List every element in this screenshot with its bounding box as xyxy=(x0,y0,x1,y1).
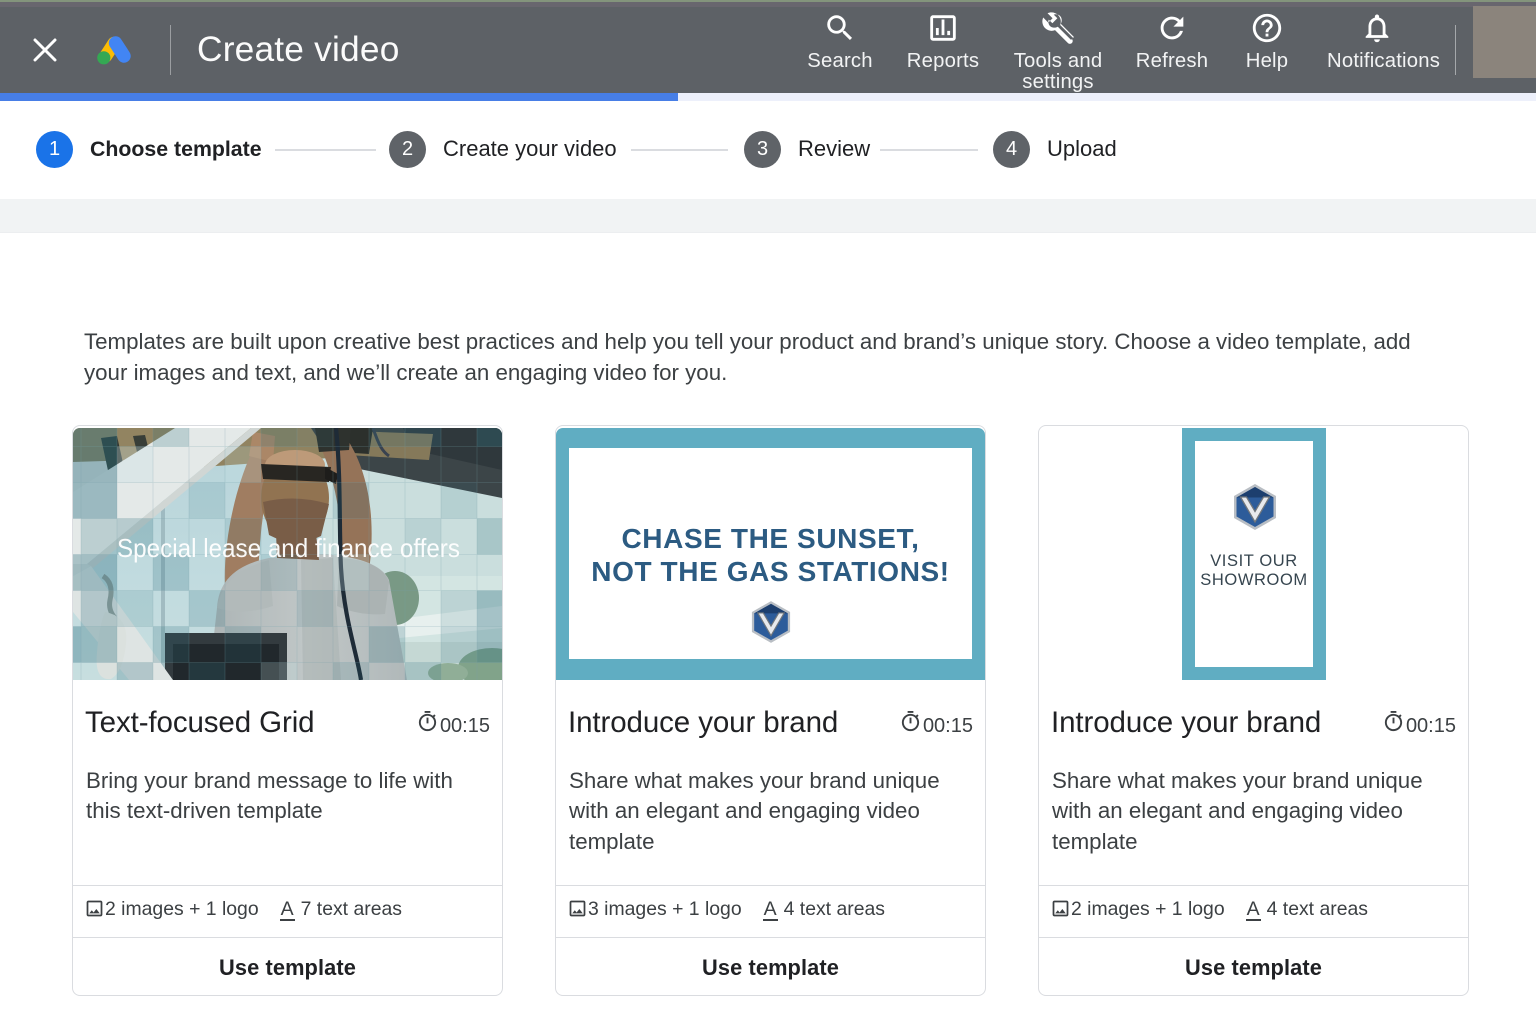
svg-text:Special lease and finance offe: Special lease and finance offers xyxy=(117,533,460,563)
